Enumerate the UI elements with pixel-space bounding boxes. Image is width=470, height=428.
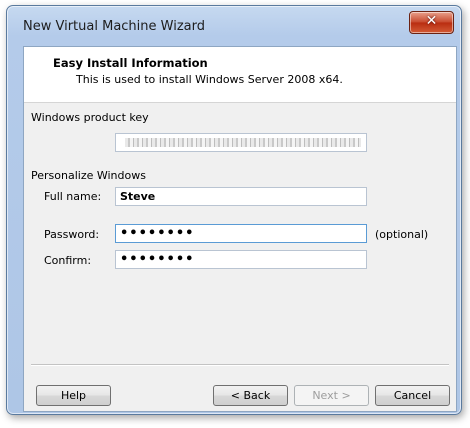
help-button[interactable]: Help (36, 385, 111, 406)
wizard-window: New Virtual Machine Wizard ✕ Easy Instal… (6, 5, 462, 415)
page-subtitle: This is used to install Windows Server 2… (76, 73, 343, 86)
close-button[interactable]: ✕ (409, 11, 454, 34)
password-label: Password: (44, 228, 100, 241)
confirm-field[interactable]: •••••••• (115, 250, 367, 269)
product-key-section-label: Windows product key (31, 111, 149, 124)
confirm-label: Confirm: (44, 254, 92, 267)
full-name-label: Full name: (44, 190, 102, 203)
back-button[interactable]: < Back (213, 385, 288, 406)
wizard-client-area: Easy Install Information This is used to… (23, 46, 457, 412)
window-title: New Virtual Machine Wizard (23, 19, 205, 34)
close-icon: ✕ (425, 13, 438, 29)
wizard-header: Easy Install Information This is used to… (24, 47, 456, 103)
personalize-section-label: Personalize Windows (31, 169, 146, 182)
product-key-field[interactable] (115, 133, 367, 152)
optional-note: (optional) (375, 228, 429, 241)
cancel-button[interactable]: Cancel (375, 385, 450, 406)
password-field[interactable]: •••••••• (115, 224, 367, 243)
page-title: Easy Install Information (53, 56, 208, 70)
next-button[interactable]: Next > (294, 385, 369, 406)
button-separator (31, 364, 449, 366)
full-name-field[interactable]: Steve (115, 187, 367, 206)
